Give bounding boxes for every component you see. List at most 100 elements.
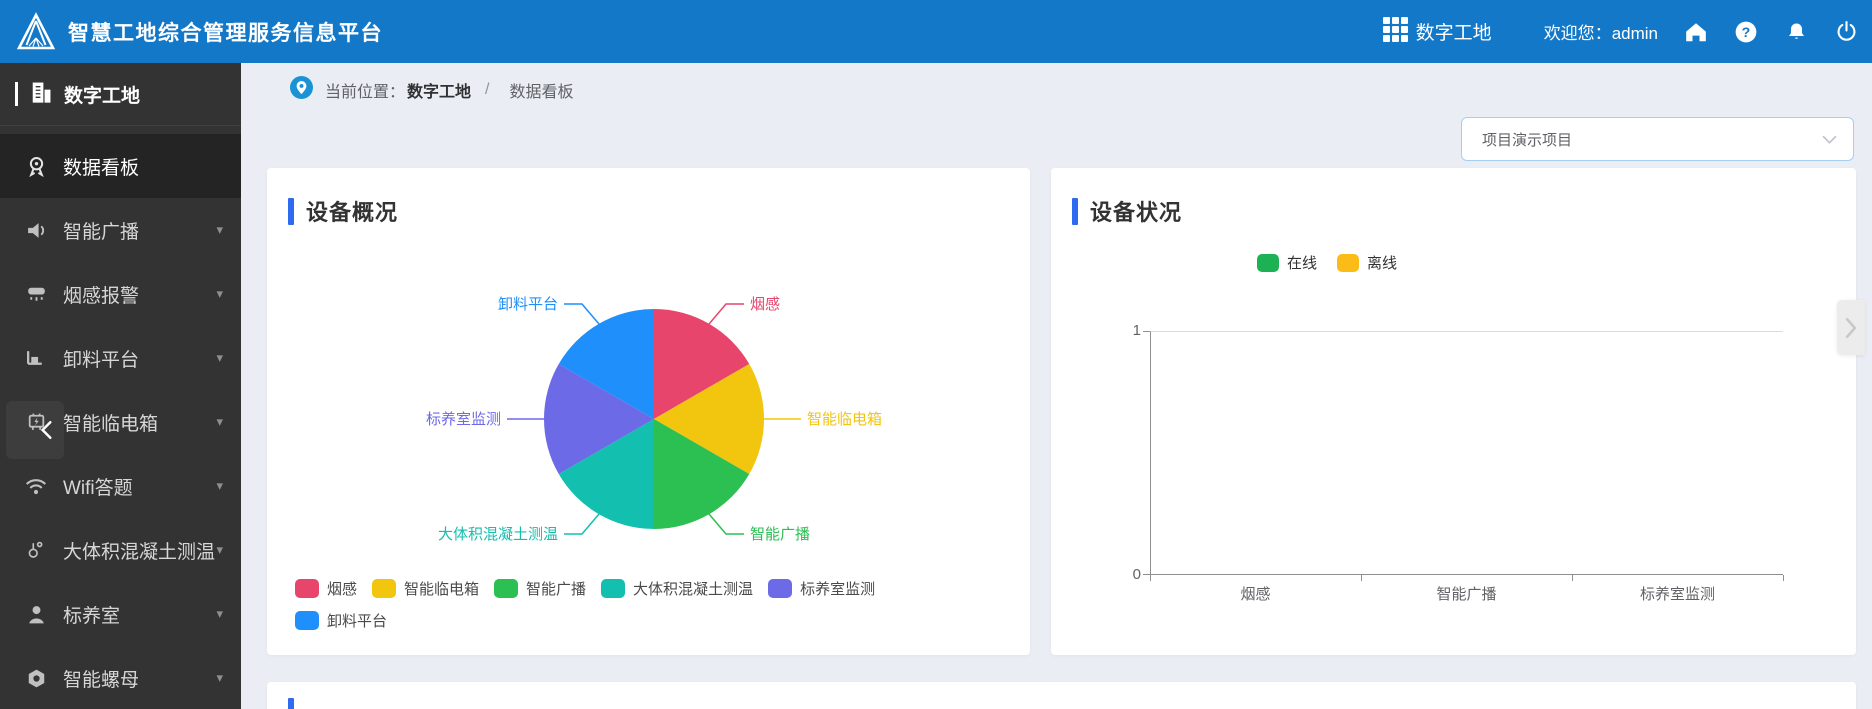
- legend-item[interactable]: 智能广播: [494, 578, 586, 599]
- nut-icon: [24, 667, 48, 690]
- help-icon[interactable]: ?: [1734, 20, 1758, 44]
- brand-accent-bar: [15, 82, 18, 106]
- wifi-icon: [24, 474, 48, 498]
- caret-down-icon: ▾: [216, 222, 223, 238]
- username: admin: [1612, 24, 1658, 43]
- power-icon[interactable]: [1834, 20, 1858, 44]
- x-axis-label: 烟感: [1150, 583, 1361, 604]
- caret-down-icon: ▾: [216, 286, 223, 302]
- thermometer-icon: [24, 539, 48, 561]
- home-icon[interactable]: [1684, 20, 1708, 44]
- title-accent-bar: [1072, 198, 1078, 225]
- card-title-row: [288, 698, 294, 709]
- legend-swatch: [601, 579, 625, 598]
- sidebar-item-label: 智能临电箱: [63, 409, 216, 436]
- pie-leader-broadcast: [709, 514, 744, 534]
- pie-leader-platform: [564, 304, 599, 324]
- x-axis-notch: [1361, 575, 1362, 581]
- top-header: 智慧工地综合管理服务信息平台 数字工地 欢迎您：admin ?: [0, 0, 1872, 63]
- electric-box-icon: [24, 411, 48, 434]
- caret-down-icon: ▾: [216, 414, 223, 430]
- sidebar-item-concrete-temp[interactable]: 大体积混凝土测温 ▾: [0, 518, 241, 582]
- chevron-right-icon: [1845, 317, 1857, 339]
- legend-swatch: [494, 579, 518, 598]
- platform-logo-icon: [16, 12, 56, 52]
- title-accent-bar: [288, 198, 294, 225]
- x-axis-notch: [1150, 575, 1151, 581]
- legend-swatch: [372, 579, 396, 598]
- next-section-card: [267, 682, 1856, 709]
- pie-leader-smoke: [709, 304, 744, 324]
- sidebar-item-wifi-quiz[interactable]: Wifi答题 ▾: [0, 454, 241, 518]
- y-axis-notch: [1143, 331, 1150, 332]
- pie-label-broadcast: 智能广播: [750, 525, 810, 543]
- legend-item[interactable]: 卸料平台: [295, 610, 387, 631]
- device-overview-title: 设备概况: [306, 195, 398, 227]
- breadcrumb-label: 当前位置：: [325, 78, 405, 102]
- breadcrumb: 当前位置： 数字工地 / 数据看板: [241, 63, 574, 117]
- pie-label-powerbox: 智能临电箱: [807, 410, 882, 428]
- breadcrumb-root[interactable]: 数字工地: [407, 78, 471, 102]
- sidebar-item-curing-room[interactable]: 标养室 ▾: [0, 582, 241, 646]
- device-overview-card: 设备概况 烟感 智能临电箱 智能广播 大体积混凝土测温 标养室监测 卸料平台: [267, 168, 1030, 655]
- building-icon: [28, 79, 54, 110]
- legend-swatch: [768, 579, 792, 598]
- sidebar-item-broadcast[interactable]: 智能广播 ▾: [0, 198, 241, 262]
- app-switcher-label: 数字工地: [1416, 18, 1492, 45]
- y-axis-notch: [1143, 574, 1150, 575]
- x-axis-notch: [1572, 575, 1573, 581]
- device-status-title: 设备状况: [1090, 195, 1182, 227]
- project-select[interactable]: 项目演示项目: [1461, 117, 1854, 161]
- legend-swatch: [1337, 254, 1359, 272]
- caret-down-icon: ▾: [216, 478, 223, 494]
- sidebar-item-label: 智能螺母: [63, 665, 216, 692]
- x-axis-notch: [1783, 575, 1784, 581]
- sidebar-item-label: 数据看板: [63, 153, 223, 180]
- title-accent-bar: [288, 698, 294, 709]
- speaker-icon: [24, 219, 48, 242]
- sidebar-item-unloading-platform[interactable]: 卸料平台 ▾: [0, 326, 241, 390]
- next-panel-toggle-button[interactable]: [1837, 300, 1865, 355]
- location-pin-icon: [290, 76, 313, 104]
- pie-label-smoke: 烟感: [750, 296, 780, 313]
- legend-item[interactable]: 标养室监测: [768, 578, 875, 599]
- app-switcher[interactable]: 数字工地: [1383, 17, 1492, 47]
- caret-down-icon: ▾: [216, 670, 223, 686]
- sidebar-item-smoke-alarm[interactable]: 烟感报警 ▾: [0, 262, 241, 326]
- sidebar-item-power-box[interactable]: 智能临电箱 ▾: [0, 390, 241, 454]
- bar-legend: 在线 离线: [1257, 252, 1397, 273]
- breadcrumb-current[interactable]: 数据看板: [509, 78, 573, 102]
- smoke-detector-icon: [24, 283, 48, 306]
- bar-chart-plot-area: [1150, 331, 1783, 575]
- sidebar-item-smart-nut[interactable]: 智能螺母 ▾: [0, 646, 241, 709]
- x-axis-label: 智能广播: [1361, 583, 1572, 604]
- legend-swatch: [295, 611, 319, 630]
- legend-item-offline[interactable]: 离线: [1337, 252, 1397, 273]
- apps-grid-icon: [1383, 17, 1408, 47]
- card-title-row: 设备状况: [1072, 195, 1182, 227]
- sidebar-item-label: Wifi答题: [63, 473, 216, 500]
- legend-swatch: [1257, 254, 1279, 272]
- legend-item[interactable]: 大体积混凝土测温: [601, 578, 753, 599]
- sidebar-item-label: 卸料平台: [63, 345, 216, 372]
- sidebar: 数字工地 数据看板 智能广播 ▾ 烟感报警 ▾: [0, 63, 241, 709]
- svg-text:?: ?: [1742, 24, 1751, 40]
- sidebar-brand: 数字工地: [0, 63, 241, 125]
- x-axis-label: 标养室监测: [1572, 583, 1783, 604]
- breadcrumb-separator: /: [485, 81, 489, 99]
- card-title-row: 设备概况: [288, 195, 398, 227]
- legend-item[interactable]: 智能临电箱: [372, 578, 479, 599]
- page-title: 智慧工地综合管理服务信息平台: [68, 17, 383, 47]
- main-content: 当前位置： 数字工地 / 数据看板 项目演示项目 设备概况: [241, 63, 1872, 709]
- caret-down-icon: ▾: [216, 542, 223, 558]
- y-axis-tick-max: 1: [1117, 322, 1141, 339]
- device-status-card: 设备状况 在线 离线 1 0 烟感 智能广播 标养室监测: [1051, 168, 1856, 655]
- sidebar-item-dashboard[interactable]: 数据看板: [0, 134, 241, 198]
- sidebar-brand-label: 数字工地: [64, 81, 140, 108]
- chevron-down-icon: [1822, 135, 1837, 144]
- legend-item[interactable]: 烟感: [295, 578, 357, 599]
- bell-icon[interactable]: [1784, 20, 1808, 44]
- legend-item-online[interactable]: 在线: [1257, 252, 1317, 273]
- legend-swatch: [295, 579, 319, 598]
- sidebar-nav: 数据看板 智能广播 ▾ 烟感报警 ▾ 卸料平台 ▾: [0, 126, 241, 709]
